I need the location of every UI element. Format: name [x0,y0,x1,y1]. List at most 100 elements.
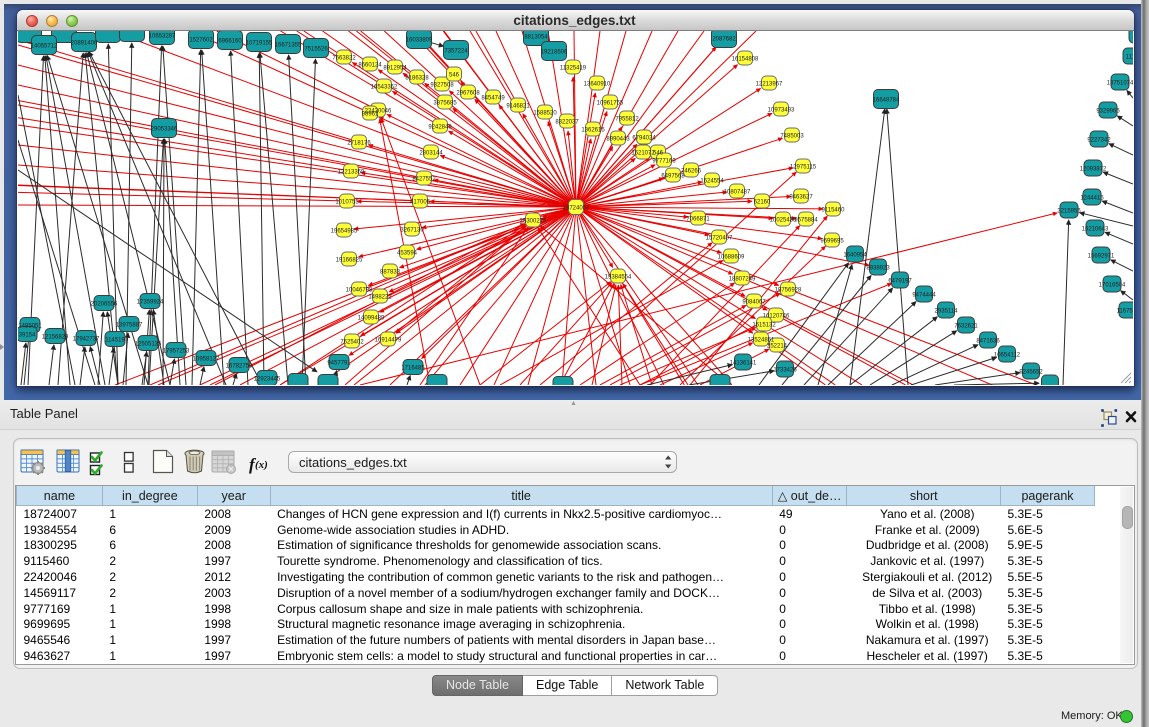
svg-text:8660124: 8660124 [358,62,382,68]
svg-text:18807249: 18807249 [729,276,756,282]
svg-text:9245652: 9245652 [1019,369,1043,375]
svg-text:12505135: 12505135 [135,341,162,347]
svg-text:98961: 98961 [362,111,379,117]
svg-text:252214: 252214 [767,343,788,349]
svg-text:9329966: 9329966 [1096,108,1120,114]
svg-text:17957253: 17957253 [163,348,190,354]
svg-text:9699695: 9699695 [820,238,844,244]
svg-text:16210643: 16210643 [1082,226,1109,232]
svg-text:1733426: 1733426 [773,367,797,373]
svg-text:16543362: 16543362 [371,84,398,90]
svg-text:9575884: 9575884 [794,217,818,223]
svg-text:9474444: 9474444 [912,292,936,298]
svg-text:20206556: 20206556 [91,301,118,307]
svg-text:12213369: 12213369 [338,169,365,175]
svg-text:20891406: 20891406 [71,40,98,46]
svg-text:1621072: 1621072 [631,150,655,156]
svg-text:9084067: 9084067 [742,299,766,305]
svg-text:9457791: 9457791 [327,360,351,366]
svg-text:19756928: 19756928 [775,287,802,293]
svg-text:10654112: 10654112 [994,352,1021,358]
svg-text:1588520: 1588520 [533,110,557,116]
svg-text:1640954: 1640954 [843,252,867,258]
svg-text:39154: 39154 [19,332,36,338]
svg-text:16914479: 16914479 [375,337,402,343]
svg-text:8990443: 8990443 [606,136,630,142]
svg-text:8427552: 8427552 [412,176,436,182]
svg-text:1244415: 1244415 [1080,195,1104,201]
svg-text:7632621: 7632621 [954,323,978,329]
svg-text:8322037: 8322037 [555,119,579,125]
svg-text:8454749: 8454749 [481,95,505,101]
svg-text:2087682: 2087682 [712,36,736,42]
svg-text:19384554: 19384554 [605,274,632,280]
svg-text:13640910: 13640910 [584,81,611,87]
svg-text:62160: 62160 [754,199,771,205]
svg-text:7515526: 7515526 [304,46,328,52]
svg-text:2967608: 2967608 [456,90,480,96]
svg-text:8912954: 8912954 [383,65,407,71]
svg-text:1485051: 1485051 [18,323,42,329]
svg-text:18724007: 18724007 [563,205,590,211]
svg-text:9463627: 9463627 [789,194,813,200]
svg-text:12213967: 12213967 [756,81,783,87]
svg-text:17942737: 17942737 [73,336,100,342]
svg-text:15692971: 15692971 [1088,253,1115,259]
svg-text:16033809: 16033809 [406,37,433,43]
svg-text:2935114: 2935114 [935,308,959,314]
svg-text:(x): (x) [255,459,268,471]
svg-text:19166825: 19166825 [336,257,363,263]
svg-text:1362615: 1362615 [581,127,605,133]
svg-text:8186328: 8186328 [405,75,429,81]
svg-text:17359924: 17359924 [137,299,164,305]
svg-text:12093872: 12093872 [1080,166,1107,172]
svg-text:1716485: 1716485 [401,365,425,371]
svg-text:10025438: 10025438 [770,217,797,223]
svg-text:12923445: 12923445 [254,376,281,382]
svg-text:746266: 746266 [681,168,702,174]
svg-text:546: 546 [449,72,460,78]
svg-text:1615132: 1615132 [752,322,776,328]
svg-text:10719155: 10719155 [246,40,273,46]
svg-text:16120746: 16120746 [763,313,790,319]
svg-text:546: 546 [653,150,664,156]
svg-text:8813054: 8813054 [524,34,548,40]
svg-text:10688609: 10688609 [718,254,745,260]
svg-text:7485003: 7485003 [780,133,804,139]
svg-text:7357224: 7357224 [444,48,468,54]
svg-text:25300275: 25300275 [520,218,547,224]
svg-text:9242848: 9242848 [428,124,452,130]
svg-text:9777169: 9777169 [652,158,676,164]
svg-text:3215956: 3215956 [1057,208,1081,214]
svg-text:3875685: 3875685 [433,100,457,106]
svg-text:7625402: 7625402 [340,339,364,345]
svg-text:12156829: 12156829 [42,334,69,340]
svg-text:14099489: 14099489 [358,315,385,321]
svg-text:1624554: 1624554 [700,178,724,184]
svg-text:1167533: 1167533 [1117,308,1133,314]
svg-text:6479197: 6479197 [888,278,912,284]
svg-text:10046798: 10046798 [346,287,373,293]
svg-text:3267130: 3267130 [400,227,424,233]
svg-text:9327508: 9327508 [430,82,454,88]
svg-text:7066871: 7066871 [686,216,710,222]
svg-text:417006: 417006 [410,199,431,205]
svg-text:12975115: 12975115 [790,164,817,170]
svg-text:15720407: 15720407 [706,235,733,241]
svg-text:887833: 887833 [380,269,401,275]
svg-text:9227342: 9227342 [1087,137,1111,143]
svg-text:1010755: 1010755 [335,199,359,205]
svg-text:2718176: 2718176 [347,140,371,146]
svg-text:17016504: 17016504 [1099,282,1126,288]
svg-text:1498222: 1498222 [368,294,392,300]
svg-text:11325419: 11325419 [560,65,587,71]
svg-text:29053346: 29053346 [151,126,178,132]
svg-text:114519: 114519 [105,337,125,343]
svg-text:10807487: 10807487 [724,189,751,195]
svg-text:8938923: 8938923 [866,265,890,271]
svg-text:8471636: 8471636 [976,338,1000,344]
svg-text:10958127: 10958127 [193,356,220,362]
svg-text:10961755: 10961755 [597,100,624,106]
svg-text:6794024: 6794024 [632,135,656,141]
svg-text:453594: 453594 [397,250,418,256]
